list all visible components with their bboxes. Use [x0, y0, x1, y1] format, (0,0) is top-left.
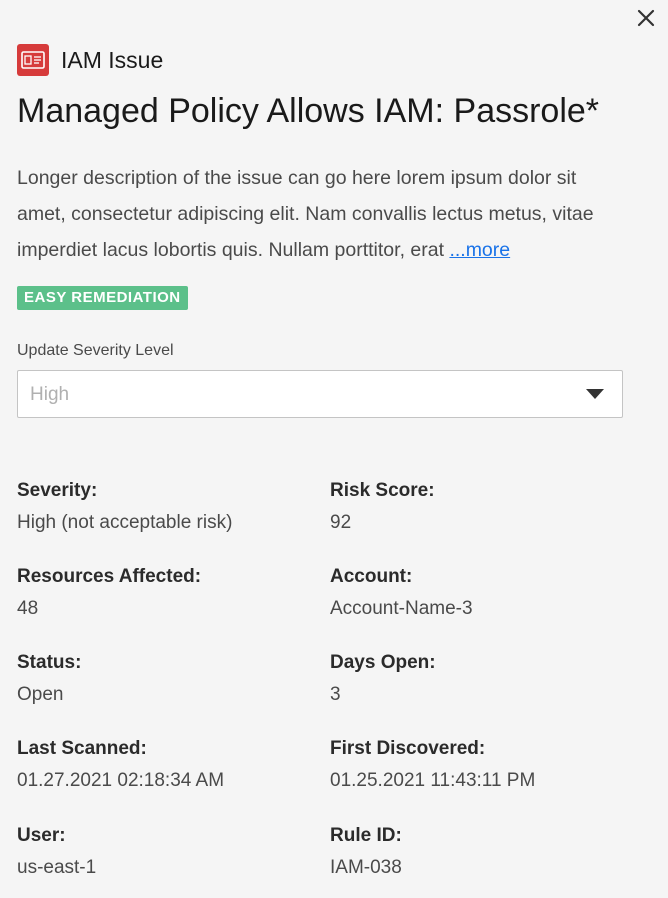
detail-label: Account: [330, 566, 413, 587]
severity-select-label: Update Severity Level [17, 342, 174, 359]
detail-user: User: us-east-1 [17, 824, 317, 880]
more-link[interactable]: ...more [449, 239, 510, 261]
caret-down-icon [586, 389, 604, 399]
detail-account: Account: Account-Name-3 [330, 565, 630, 621]
issue-type-header: IAM Issue [17, 44, 163, 76]
detail-label: Rule ID: [330, 825, 402, 846]
detail-label: First Discovered: [330, 738, 486, 759]
detail-value: IAM-038 [330, 857, 402, 878]
detail-label: Severity: [17, 480, 98, 501]
detail-label: Last Scanned: [17, 738, 147, 759]
detail-first-discovered: First Discovered: 01.25.2021 11:43:11 PM [330, 737, 630, 793]
detail-value: Open [17, 684, 64, 705]
close-icon[interactable] [637, 9, 655, 32]
detail-resources-affected: Resources Affected: 48 [17, 565, 317, 621]
detail-value: 92 [330, 512, 352, 533]
detail-value: 48 [17, 598, 39, 619]
detail-last-scanned: Last Scanned: 01.27.2021 02:18:34 AM [17, 737, 317, 793]
detail-value: 01.25.2021 11:43:11 PM [330, 770, 536, 791]
detail-rule-id: Rule ID: IAM-038 [330, 824, 630, 880]
detail-risk-score: Risk Score: 92 [330, 479, 630, 535]
detail-value: Account-Name-3 [330, 598, 473, 619]
detail-value: 01.27.2021 02:18:34 AM [17, 770, 225, 791]
detail-label: Resources Affected: [17, 566, 202, 587]
easy-remediation-badge: EASY REMEDIATION [17, 286, 188, 310]
detail-value: High (not acceptable risk) [17, 512, 233, 533]
close-button[interactable] [634, 8, 658, 32]
page-title: Managed Policy Allows IAM: Passrole* [17, 92, 600, 130]
issue-description: Longer description of the issue can go h… [17, 160, 627, 268]
severity-select-placeholder: High [30, 384, 70, 405]
detail-days-open: Days Open: 3 [330, 651, 630, 707]
issue-detail-panel: IAM Issue Managed Policy Allows IAM: Pas… [0, 0, 668, 898]
detail-value: 3 [330, 684, 341, 705]
detail-status: Status: Open [17, 651, 317, 707]
detail-value: us-east-1 [17, 857, 97, 878]
detail-label: Status: [17, 652, 82, 673]
detail-label: Risk Score: [330, 480, 435, 501]
detail-label: Days Open: [330, 652, 436, 673]
detail-label: User: [17, 825, 66, 846]
issue-type-label: IAM Issue [61, 47, 164, 73]
detail-severity: Severity: High (not acceptable risk) [17, 479, 317, 535]
iam-card-icon [17, 44, 49, 76]
severity-level-select[interactable]: High [17, 370, 623, 418]
